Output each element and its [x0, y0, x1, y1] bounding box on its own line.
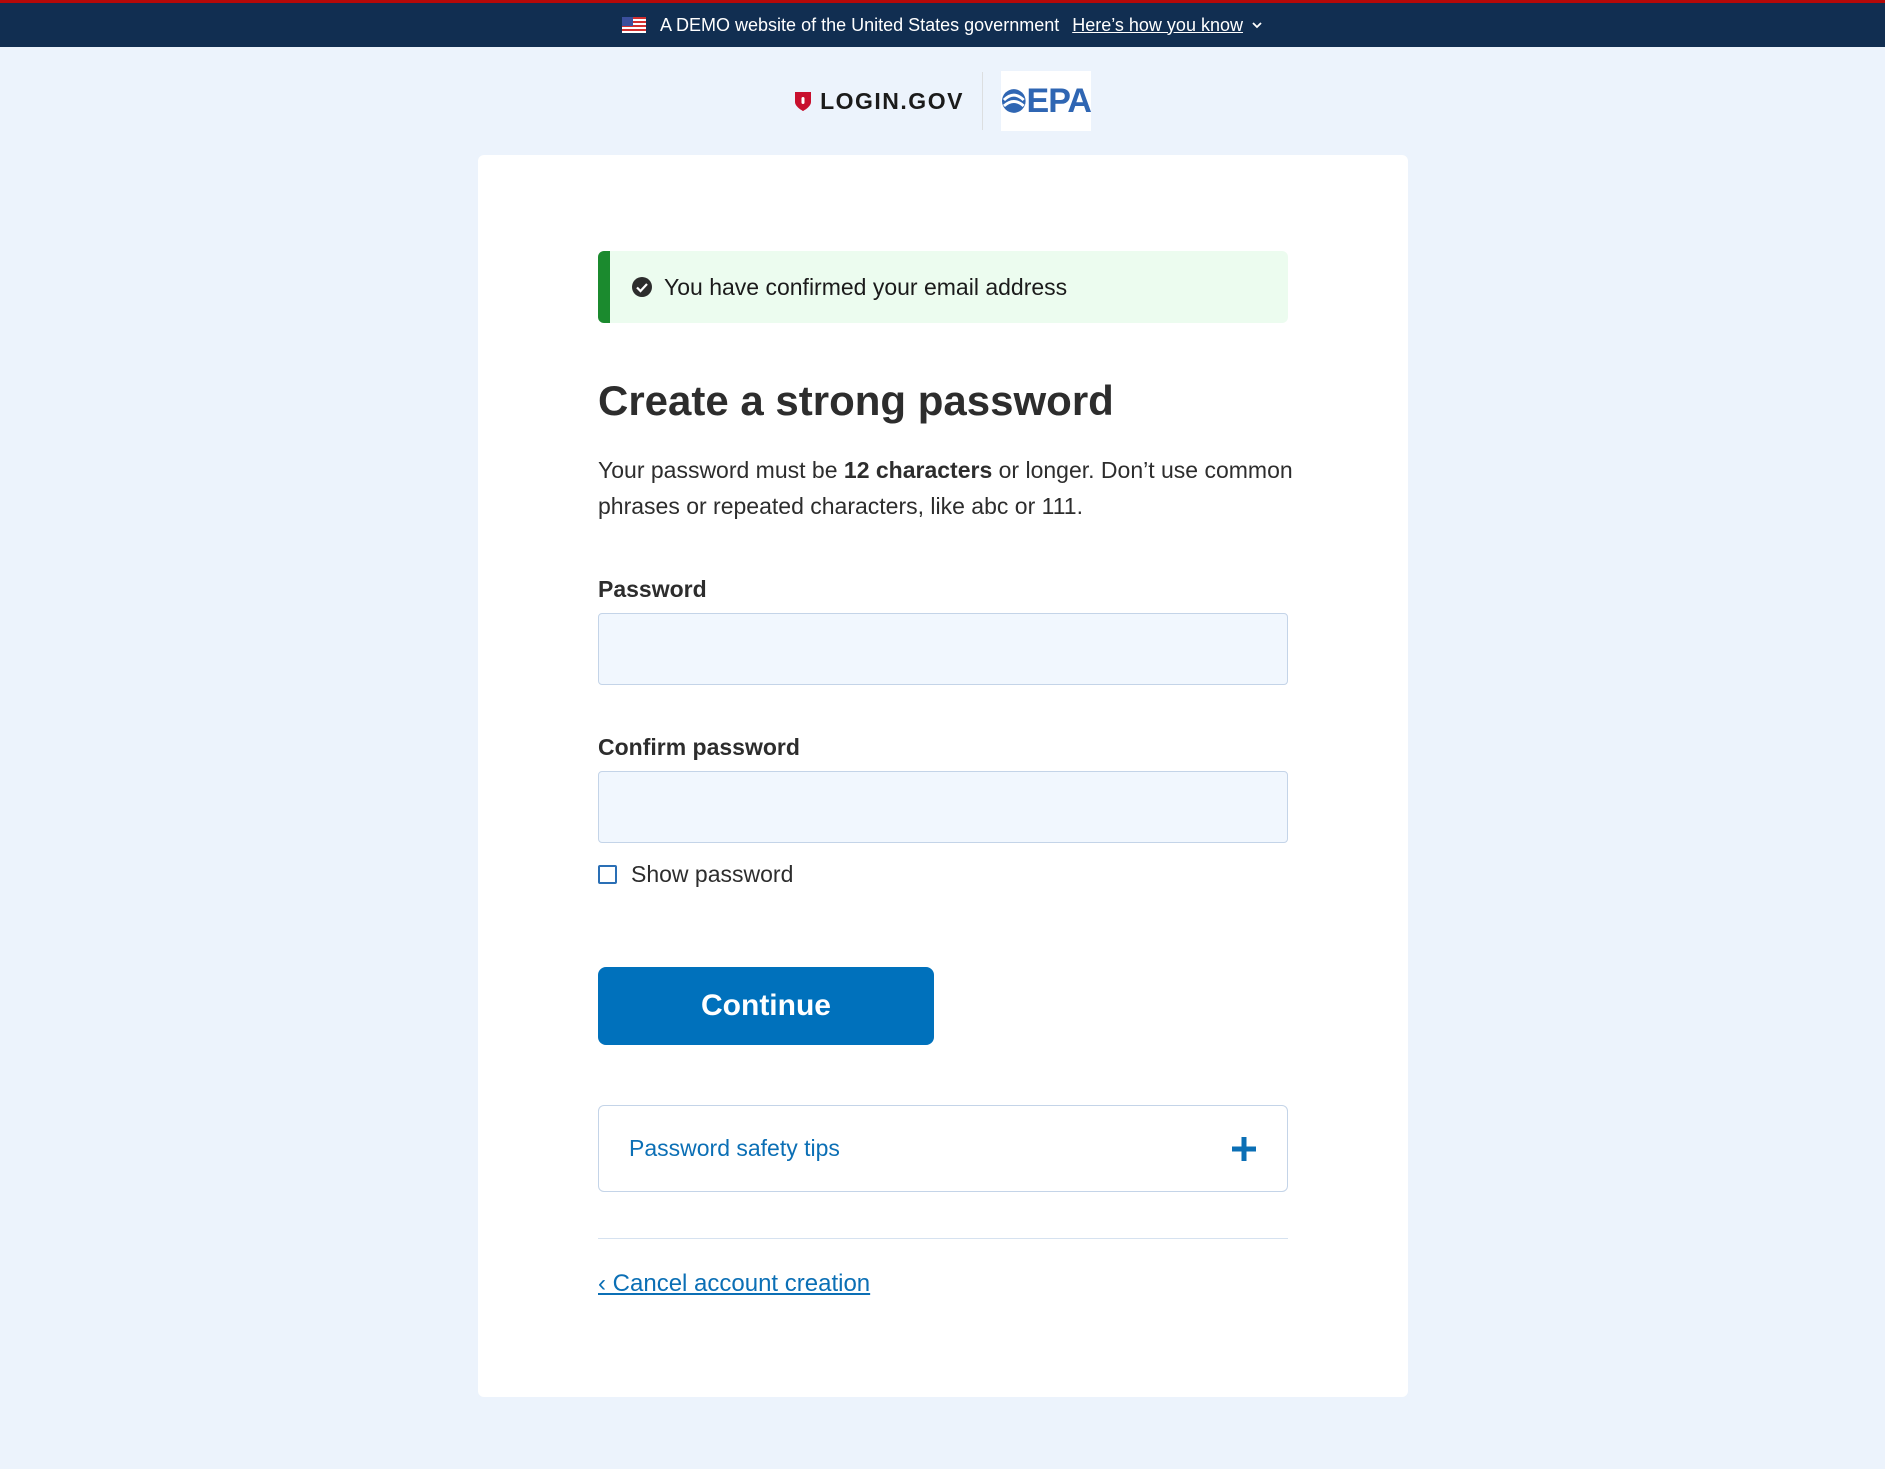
show-password-checkbox[interactable]	[598, 865, 617, 884]
continue-button[interactable]: Continue	[598, 967, 934, 1045]
success-alert: You have confirmed your email address	[598, 251, 1288, 323]
shield-icon	[795, 92, 812, 111]
intro-text-bold: 12 characters	[843, 457, 993, 483]
password-requirements: Your password must be 12 characters or l…	[598, 452, 1298, 524]
accordion-label[interactable]: Password safety tips	[629, 1135, 840, 1162]
banner-text: A DEMO website of the United States gove…	[660, 14, 1060, 35]
chevron-down-icon[interactable]	[1251, 19, 1263, 31]
confirm-password-label: Confirm password	[598, 734, 800, 760]
password-input[interactable]	[598, 613, 1288, 685]
intro-text-1: Your password must be	[598, 457, 844, 483]
us-flag-icon	[622, 17, 647, 33]
login-gov-logo: LOGIN.GOV	[794, 88, 964, 115]
password-safety-tips-accordion[interactable]: Password safety tips	[598, 1105, 1288, 1192]
epa-logo: EPA	[1000, 71, 1092, 131]
main-card: You have confirmed your email address Cr…	[478, 155, 1408, 1397]
site-header: LOGIN.GOV EPA	[0, 70, 1885, 132]
logo-divider	[981, 72, 983, 130]
confirm-password-input[interactable]	[598, 771, 1288, 843]
plus-icon[interactable]	[1231, 1136, 1257, 1162]
check-circle-icon	[632, 277, 652, 297]
show-password-row[interactable]: Show password	[598, 861, 793, 888]
page-title: Create a strong password	[598, 377, 1114, 424]
show-password-label[interactable]: Show password	[631, 861, 793, 888]
password-label: Password	[598, 576, 707, 602]
epa-seal-icon	[1001, 89, 1026, 113]
epa-logo-text: EPA	[1026, 81, 1092, 120]
heres-how-you-know-link[interactable]: Here’s how you know	[1072, 15, 1243, 36]
alert-message: You have confirmed your email address	[664, 273, 1068, 300]
login-gov-logo-text: LOGIN.GOV	[820, 87, 964, 114]
section-divider	[598, 1238, 1288, 1239]
cancel-account-creation-link[interactable]: ‹ Cancel account creation	[598, 1270, 870, 1298]
gov-banner: A DEMO website of the United States gove…	[0, 0, 1885, 47]
